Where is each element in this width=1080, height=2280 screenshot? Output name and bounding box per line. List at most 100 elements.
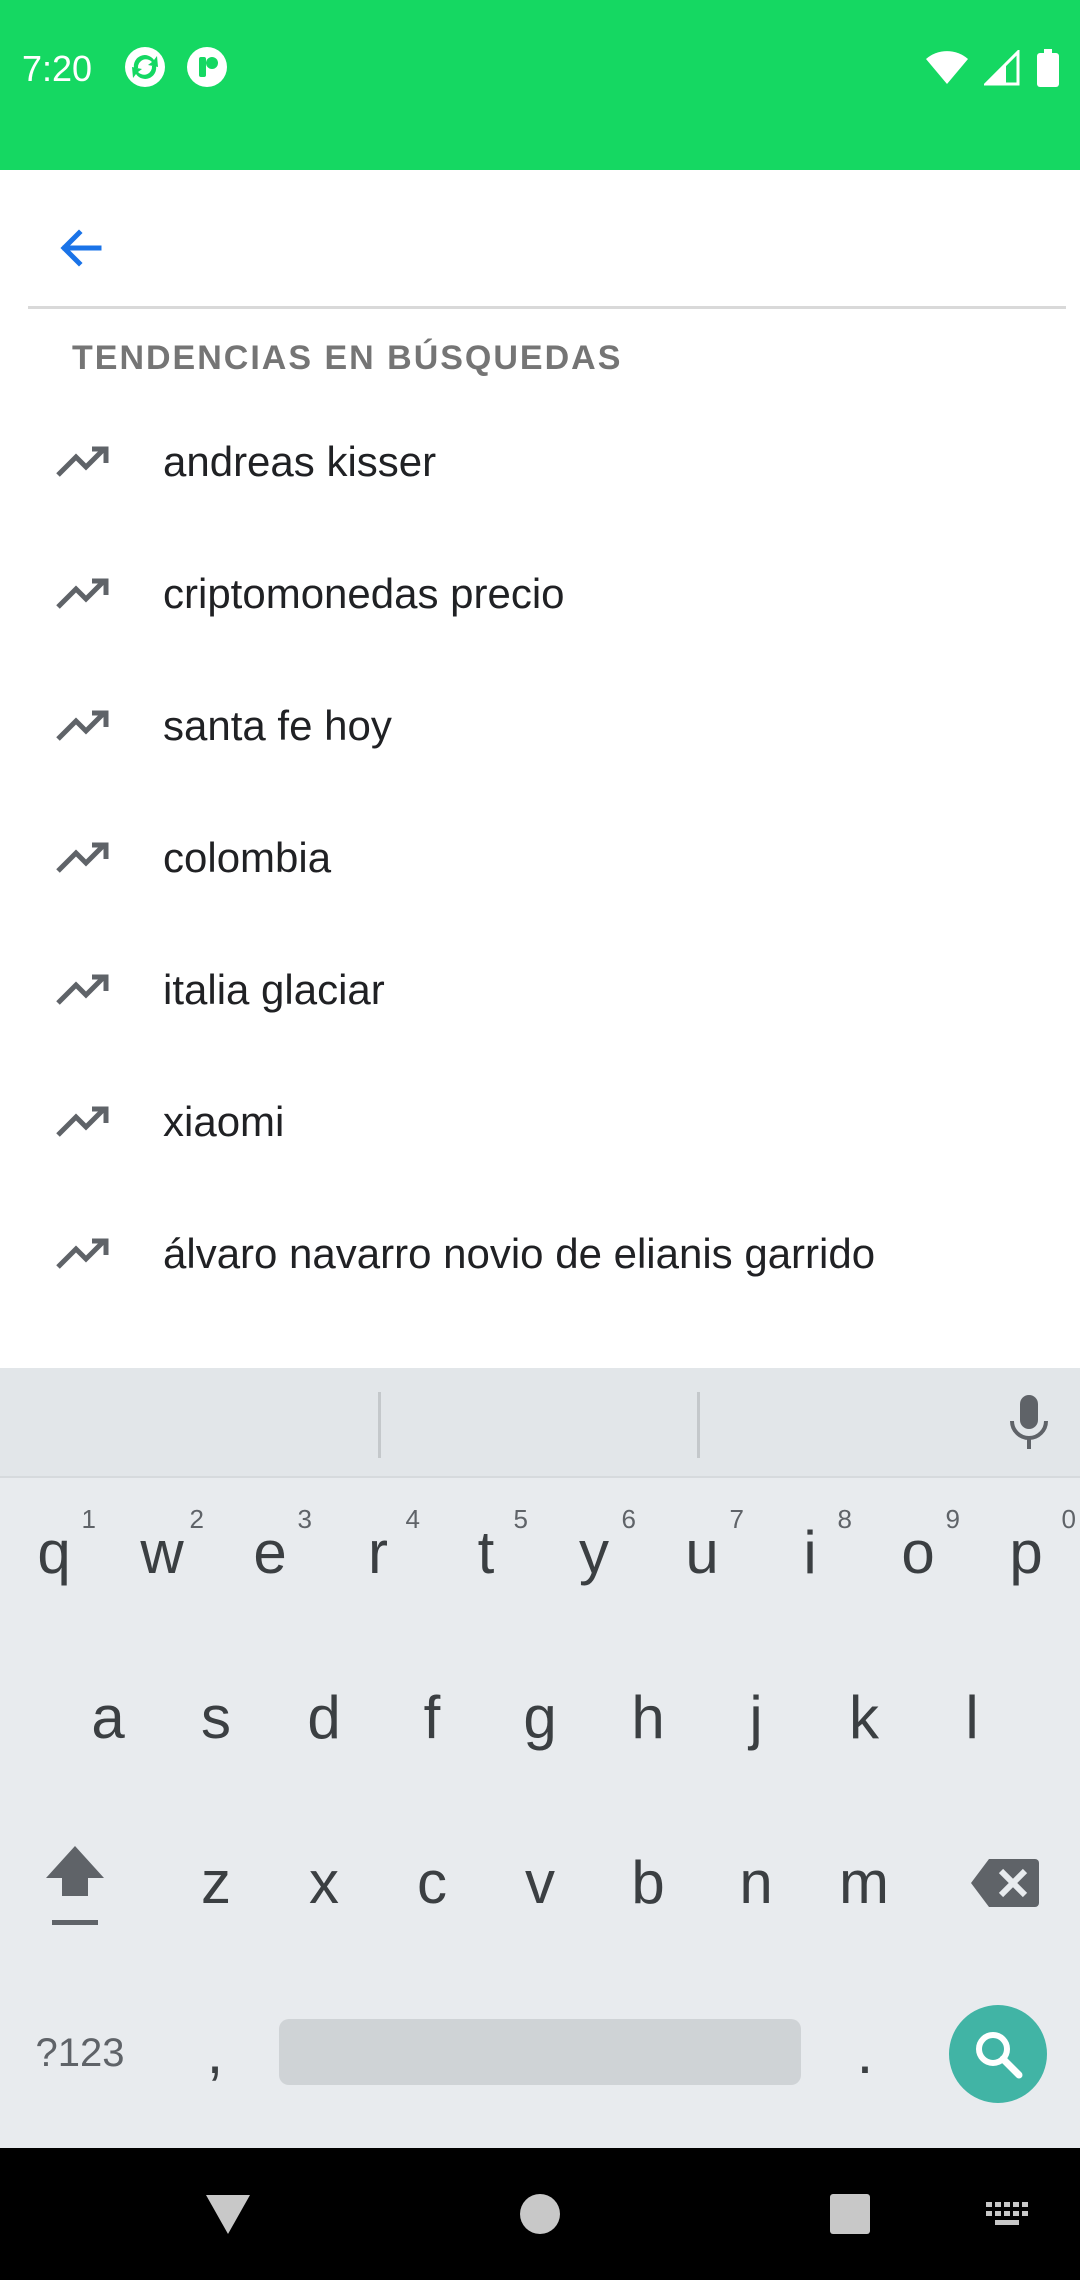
space-key[interactable]	[279, 2019, 801, 2085]
trending-item[interactable]: criptomonedas precio	[0, 529, 1080, 661]
key-label: p	[1009, 1519, 1043, 1586]
key-a[interactable]: a	[54, 1663, 162, 1773]
arrow-left-icon	[60, 229, 102, 267]
nav-back-button[interactable]	[198, 2184, 258, 2244]
key-u[interactable]: 7u	[648, 1498, 756, 1608]
key-r[interactable]: 4r	[324, 1498, 432, 1608]
trending-item-label: italia glaciar	[163, 966, 385, 1013]
key-h[interactable]: h	[594, 1663, 702, 1773]
key-label: m	[839, 1849, 889, 1916]
key-p[interactable]: 0p	[972, 1498, 1080, 1608]
key-hint: 9	[945, 1504, 960, 1534]
key-label: j	[749, 1684, 763, 1751]
key-i[interactable]: 8i	[756, 1498, 864, 1608]
trending-item-label: andreas kisser	[163, 438, 437, 485]
key-hint: 3	[297, 1504, 312, 1534]
key-label: z	[201, 1849, 231, 1916]
trending-item[interactable]: xiaomi	[0, 1057, 1080, 1189]
key-e[interactable]: 3e	[216, 1498, 324, 1608]
key-b[interactable]: b	[594, 1828, 702, 1938]
nav-home-button[interactable]	[510, 2184, 570, 2244]
header-divider	[28, 306, 1066, 309]
key-hint: 2	[189, 1504, 204, 1534]
trending-item[interactable]: álvaro navarro novio de elianis garrido	[0, 1189, 1080, 1321]
shift-icon	[46, 1846, 104, 1925]
trending-item[interactable]: colombia	[0, 793, 1080, 925]
key-hint: 0	[1061, 1504, 1076, 1534]
trending-section-title: TENDENCIAS EN BÚSQUEDAS	[72, 339, 623, 377]
key-t[interactable]: 5t	[432, 1498, 540, 1608]
nav-keyboard-button[interactable]	[978, 2184, 1038, 2244]
key-label: i	[803, 1519, 817, 1586]
key-j[interactable]: j	[702, 1663, 810, 1773]
nav-recents-button[interactable]	[820, 2184, 880, 2244]
key-label: x	[309, 1849, 339, 1916]
key-label: l	[965, 1684, 979, 1751]
key-hint: 6	[621, 1504, 636, 1534]
keyboard: 1q 2w 3e 4r 5t 6y 7u 8i 9o 0p a s d f g …	[0, 1368, 1080, 2148]
microphone-button[interactable]	[996, 1390, 1062, 1456]
status-bar: 7:20	[0, 0, 1080, 170]
key-hint: 8	[837, 1504, 852, 1534]
key-c[interactable]: c	[378, 1828, 486, 1938]
trending-up-icon	[56, 842, 109, 873]
key-w[interactable]: 2w	[108, 1498, 216, 1608]
search-icon	[976, 2032, 1023, 2079]
trending-item-label: álvaro navarro novio de elianis garrido	[163, 1230, 876, 1277]
trending-up-icon	[56, 710, 109, 741]
key-g[interactable]: g	[486, 1663, 594, 1773]
trending-item[interactable]: andreas kisser	[0, 397, 1080, 529]
key-label: v	[525, 1849, 555, 1916]
key-y[interactable]: 6y	[540, 1498, 648, 1608]
key-label: .	[856, 2019, 874, 2086]
shift-key[interactable]	[20, 1828, 130, 1938]
key-label: s	[201, 1684, 231, 1751]
key-label: h	[631, 1684, 665, 1751]
comma-key[interactable]: ,	[160, 1998, 270, 2108]
back-triangle-icon	[206, 2195, 250, 2234]
trending-item-label: criptomonedas precio	[163, 570, 565, 617]
trending-item[interactable]: italia glaciar	[0, 925, 1080, 1057]
key-v[interactable]: v	[486, 1828, 594, 1938]
key-k[interactable]: k	[810, 1663, 918, 1773]
key-n[interactable]: n	[702, 1828, 810, 1938]
key-x[interactable]: x	[270, 1828, 378, 1938]
key-z[interactable]: z	[162, 1828, 270, 1938]
key-label: ,	[206, 2019, 224, 2086]
symbols-key[interactable]: ?123	[10, 1998, 150, 2108]
sync-icon	[125, 47, 165, 87]
key-label: f	[423, 1684, 441, 1751]
trending-item-label: colombia	[163, 834, 332, 881]
key-m[interactable]: m	[810, 1828, 918, 1938]
wifi-icon	[926, 51, 968, 84]
keyboard-search-button[interactable]	[949, 2005, 1047, 2103]
trending-up-icon	[56, 1238, 109, 1269]
navigation-bar	[0, 2148, 1080, 2280]
back-button[interactable]	[40, 208, 120, 288]
key-f[interactable]: f	[378, 1663, 486, 1773]
keyboard-icon	[986, 2202, 1028, 2225]
key-d[interactable]: d	[270, 1663, 378, 1773]
trending-item[interactable]: santa fe hoy	[0, 661, 1080, 793]
key-hint: 7	[729, 1504, 744, 1534]
search-input[interactable]	[150, 210, 1030, 290]
backspace-key[interactable]	[950, 1828, 1060, 1938]
status-right-icons	[926, 48, 1060, 88]
search-header	[0, 170, 1080, 310]
key-label: c	[417, 1849, 447, 1916]
suggestion-divider	[697, 1392, 700, 1458]
key-label: u	[685, 1519, 719, 1586]
trending-up-icon	[56, 974, 109, 1005]
suggestion-strip	[0, 1368, 1080, 1478]
trending-item-label: santa fe hoy	[163, 702, 392, 749]
period-key[interactable]: .	[810, 1998, 920, 2108]
key-s[interactable]: s	[162, 1663, 270, 1773]
key-q[interactable]: 1q	[0, 1498, 108, 1608]
key-l[interactable]: l	[918, 1663, 1026, 1773]
battery-icon	[1037, 49, 1059, 87]
key-label: t	[477, 1519, 495, 1586]
trending-list: andreas kisser criptomonedas precio sant…	[0, 397, 1080, 1321]
key-label: n	[739, 1849, 773, 1916]
key-o[interactable]: 9o	[864, 1498, 972, 1608]
key-label: a	[91, 1684, 125, 1751]
